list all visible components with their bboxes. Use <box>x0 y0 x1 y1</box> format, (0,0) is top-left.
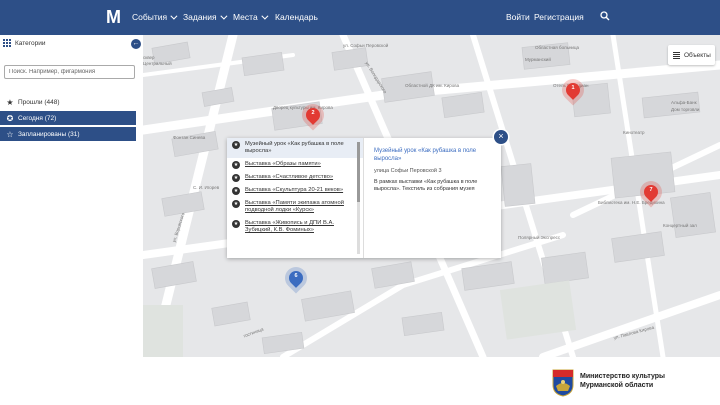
murmansk-emblem-icon <box>552 369 574 397</box>
objects-button-label: Объекты <box>684 51 711 59</box>
filter-past[interactable]: ★ Прошли (448) <box>0 95 136 109</box>
filter-today[interactable]: ✪ Сегодня (72) <box>0 111 136 125</box>
filter-planned[interactable]: ☆ Запланированы (31) <box>0 127 136 141</box>
star-outline-icon: ☆ <box>6 129 14 139</box>
star-icon: ★ <box>232 200 240 208</box>
map-label: Областная больница <box>535 45 580 50</box>
collapse-sidebar-button[interactable]: ← <box>131 39 141 49</box>
category-sidebar: Категории ← ★ Прошли (448) ✪ Сегодня (72… <box>0 35 143 357</box>
event-detail-address: улица Софьи Перовской 3 <box>374 168 442 174</box>
objects-button[interactable]: Объекты <box>668 45 715 65</box>
star-icon: ★ <box>232 174 240 182</box>
list-icon <box>673 51 680 59</box>
categories-header[interactable]: Категории <box>3 39 46 47</box>
nav-events[interactable]: События <box>132 12 178 22</box>
popup-event-item[interactable]: ★ Выставка «Живопись и ДПИ В.А. Зубицкий… <box>227 217 363 237</box>
map-label: Областной ДК им. Кирова <box>405 83 460 88</box>
close-icon: × <box>498 131 504 141</box>
map-label: Мурманский <box>525 57 551 62</box>
category-search-input[interactable] <box>4 65 135 79</box>
top-navigation: M События Задания Места Календарь Войти … <box>0 0 720 35</box>
map-label: Дворец культуры им. Кирова <box>273 105 333 110</box>
chevron-down-icon <box>219 12 228 20</box>
map-label: С. И. Игорев <box>193 185 220 190</box>
map-label: Фонтан Синева <box>173 135 206 140</box>
event-detail-description: В рамках выставки «Как рубашка в поле вы… <box>374 179 478 192</box>
events-popup: ★ Музейный урок «Как рубашка в поле выро… <box>227 138 501 258</box>
map-label: Центральный <box>143 61 172 66</box>
app-root: M События Задания Места Календарь Войти … <box>0 0 720 405</box>
ministry-name: Министерство культуры Мурманской области <box>580 373 666 389</box>
popup-event-list[interactable]: ★ Музейный урок «Как рубашка в поле выро… <box>227 138 364 258</box>
popup-event-item[interactable]: ★ Выставка «Памяти экипажа атомной подво… <box>227 197 363 217</box>
popup-event-detail: Музейный урок «Как рубашка в поле выросл… <box>374 148 494 193</box>
popup-event-item[interactable]: ★ Выставка «Счастливое детство» <box>227 171 363 184</box>
filter-today-label: Сегодня (72) <box>18 114 57 122</box>
nav-places[interactable]: Места <box>233 12 269 22</box>
filter-planned-label: Запланированы (31) <box>18 130 80 138</box>
map-label: Концертный зал <box>663 223 697 228</box>
search-icon[interactable] <box>600 11 610 21</box>
login-link[interactable]: Войти <box>506 12 530 22</box>
register-link[interactable]: Регистрация <box>534 12 584 22</box>
arrow-left-icon: ← <box>132 40 140 47</box>
popup-event-item[interactable]: ★ Выставка «Скульптура 20-21 веков» <box>227 184 363 197</box>
map-label: Альфа-Банк <box>671 100 697 105</box>
star-icon: ★ <box>232 187 240 195</box>
chevron-down-icon <box>261 12 269 20</box>
popup-scrollbar[interactable] <box>357 142 360 254</box>
map-label: Кинотеатр <box>623 130 645 135</box>
star-icon: ★ <box>232 220 240 228</box>
events-map[interactable]: сквер Центральный ул. Софьи Перовской Дв… <box>143 35 720 357</box>
star-icon: ★ <box>232 161 240 169</box>
star-badge-icon: ✪ <box>6 113 14 123</box>
categories-title: Категории <box>15 39 46 47</box>
popup-event-item[interactable]: ★ Музейный урок «Как рубашка в поле выро… <box>227 138 363 158</box>
chevron-down-icon <box>170 12 178 20</box>
nav-calendar[interactable]: Календарь <box>275 12 318 22</box>
popup-close-button[interactable]: × <box>494 130 508 144</box>
event-detail-title[interactable]: Музейный урок «Как рубашка в поле выросл… <box>374 148 494 163</box>
star-filled-icon: ★ <box>6 97 14 107</box>
map-label: Дом торговли <box>671 107 700 112</box>
map-label: сквер <box>143 55 155 60</box>
map-label: Библиотека им. Н.Е. Бредихина <box>598 200 665 205</box>
map-label: ул. Софьи Перовской <box>343 43 389 48</box>
popup-event-item[interactable]: ★ Выставка «Образы памяти» <box>227 158 363 171</box>
map-label: Полярный Экспресс <box>518 235 561 240</box>
grid-icon <box>3 39 11 47</box>
nav-tasks[interactable]: Задания <box>183 12 228 22</box>
filter-past-label: Прошли (448) <box>18 98 60 106</box>
star-icon: ★ <box>232 141 240 149</box>
page-footer: Министерство культуры Мурманской области <box>0 357 720 405</box>
site-logo[interactable]: M <box>106 8 122 26</box>
